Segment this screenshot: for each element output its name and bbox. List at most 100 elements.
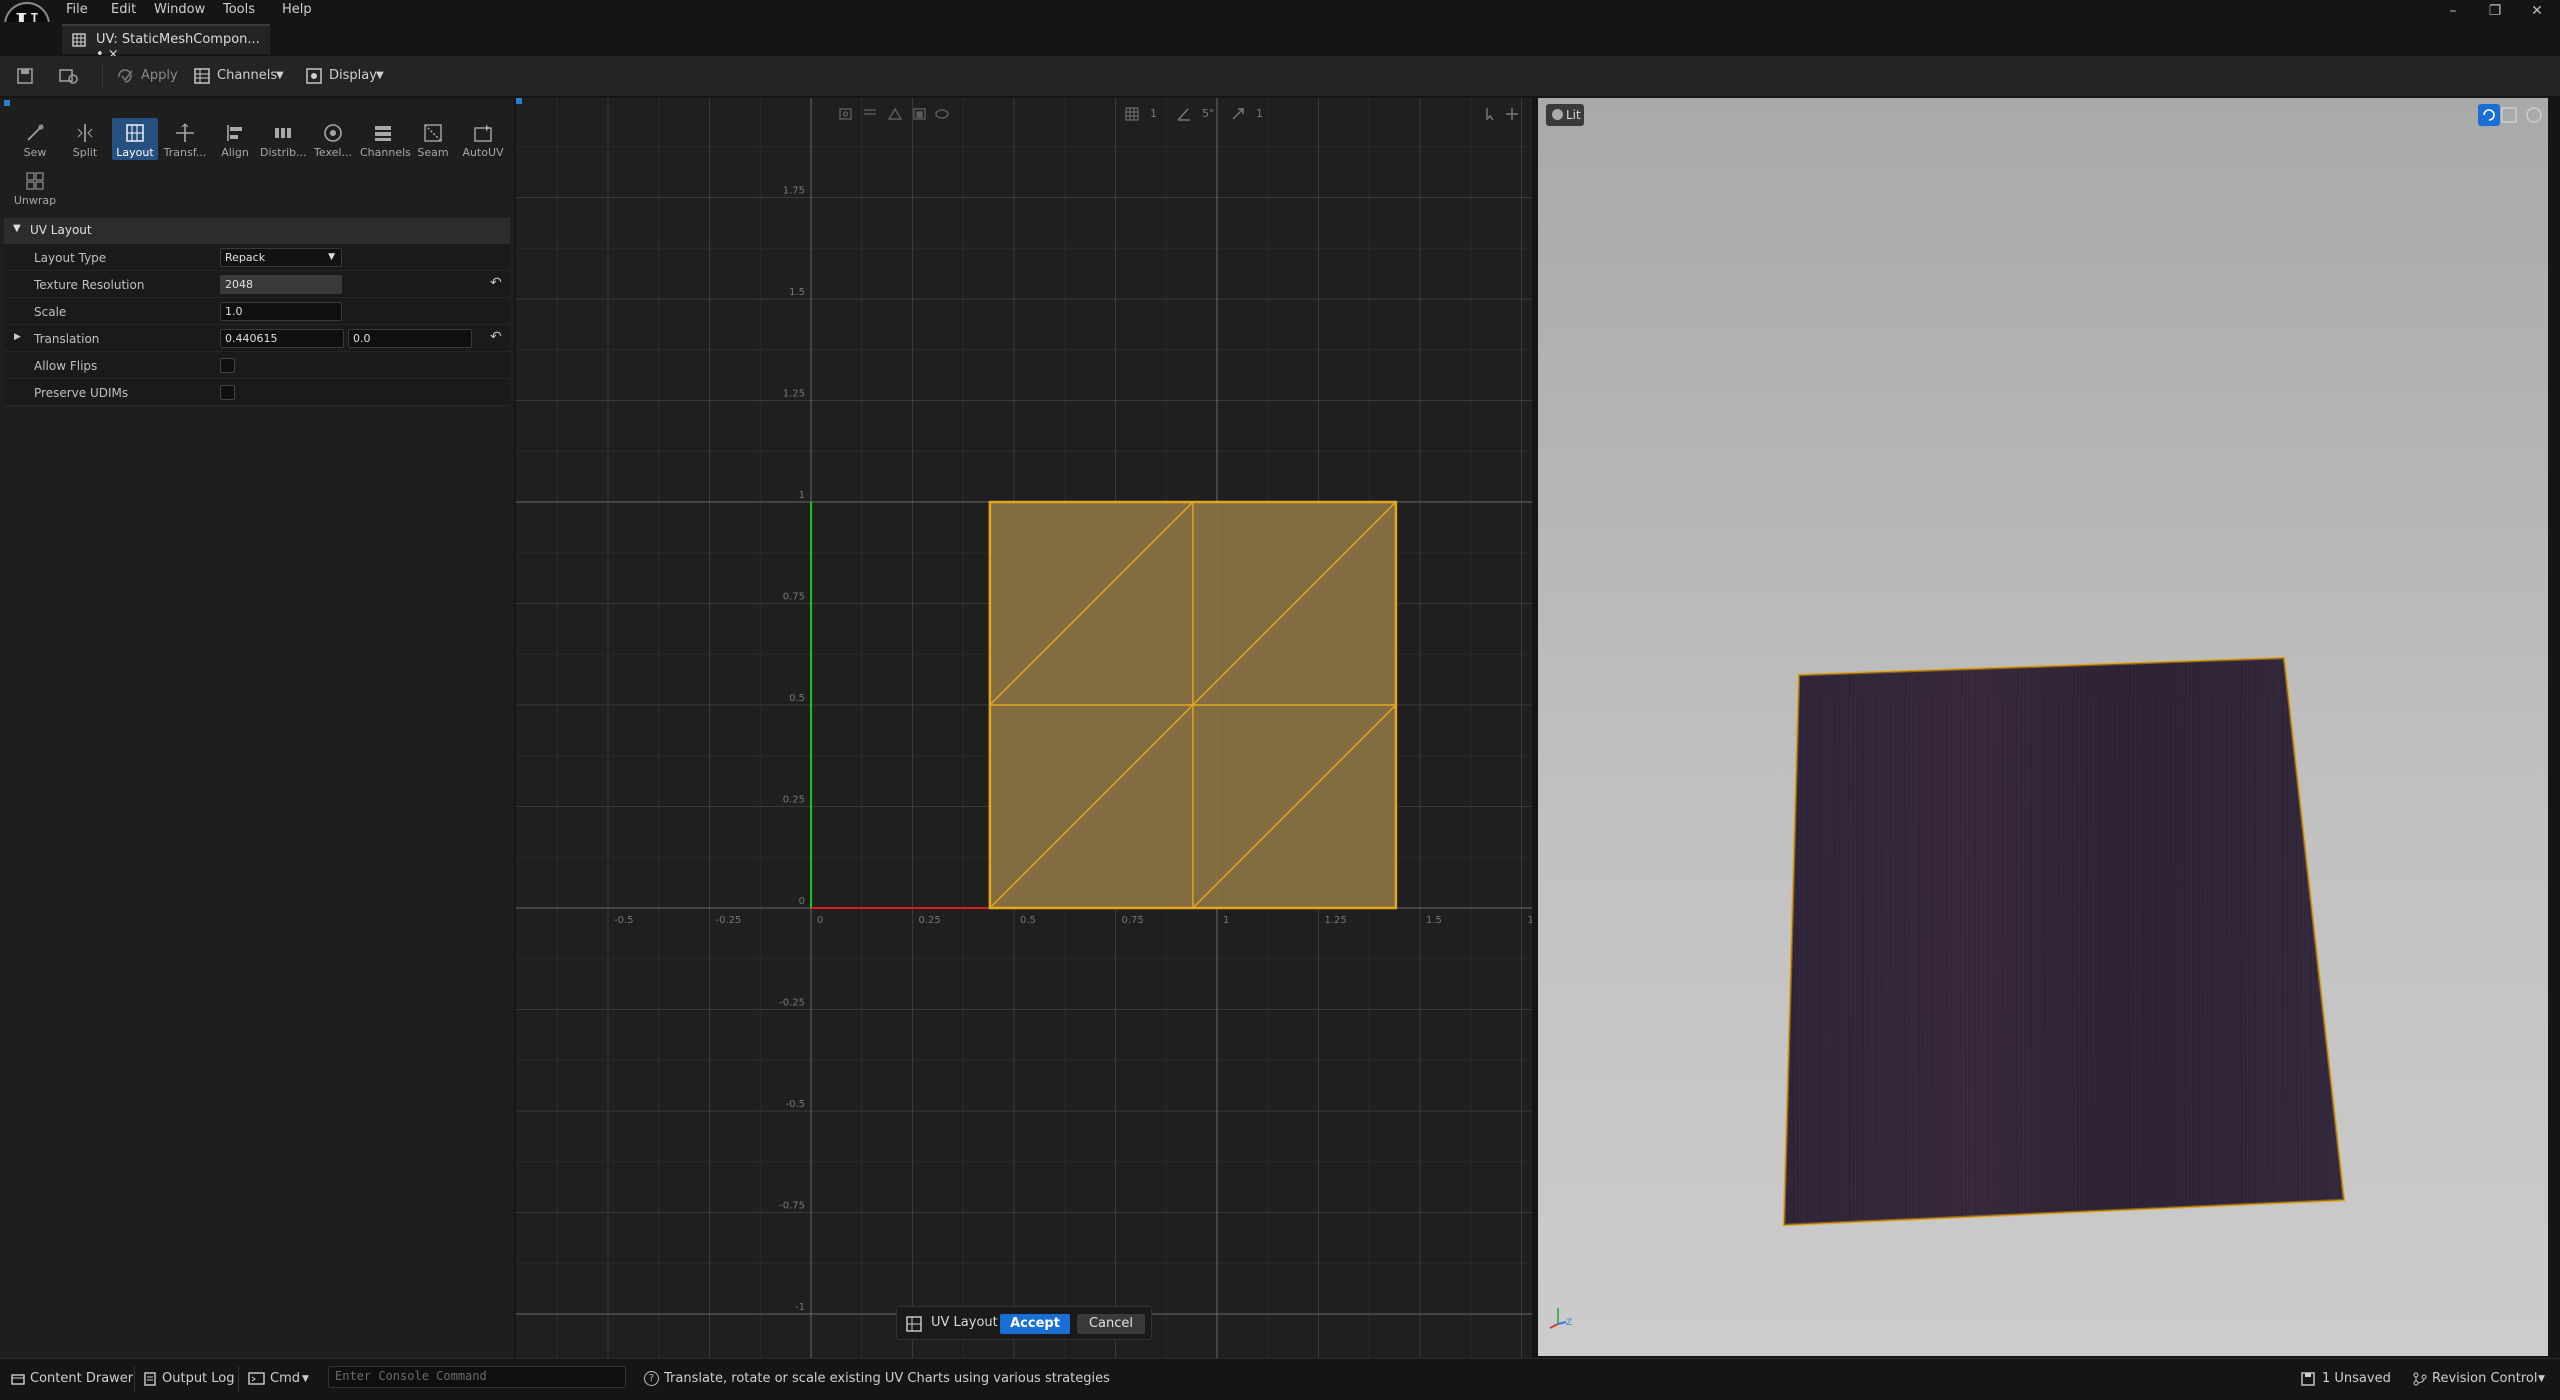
view-mode-lit-button[interactable]: Lit [1546,104,1584,126]
x-tick-label: 1.5 [1426,915,1442,926]
allow-flips-checkbox[interactable] [220,358,235,373]
reset-to-default-icon[interactable]: ↶ [490,329,502,345]
tool-layout[interactable]: Layout [112,118,158,160]
y-tick-label: 1.5 [789,287,805,298]
console-command-input[interactable]: Enter Console Command [328,1366,626,1388]
tool-texel-density[interactable]: Texel... [310,118,356,159]
display-icon [306,68,322,84]
layout-type-value: Repack [225,251,266,264]
cmd-icon [248,1372,265,1385]
tool-align[interactable]: Align [212,118,258,159]
uv-viewport[interactable]: -0.5 -0.25 0 0.25 0.5 0.75 1 1.25 1.5 1.75 1.75 1.5… [516,98,1532,1358]
x-tick-label: -0.25 [716,915,742,926]
tab-bar [0,22,2560,54]
restore-icon[interactable]: ❐ [2474,0,2516,22]
texel-density-icon [324,124,342,142]
statusbar-divider [238,1366,239,1392]
minimize-icon[interactable]: – [2432,0,2474,22]
preview-mesh-canvas [1782,656,2346,1227]
tool-sew[interactable]: Sew [12,118,58,159]
active-tool-label: UV Layout [931,1315,998,1330]
uv-grid-canvas[interactable]: -0.5 -0.25 0 0.25 0.5 0.75 1 1.25 1.5 1.75 1.75 1.5… [516,98,1532,1358]
translation-x-field[interactable]: 0.440615 [220,329,344,348]
tool-unwrap[interactable]: Unwrap [12,166,58,207]
close-window-icon[interactable]: ✕ [2516,0,2558,22]
tool-label: Channels [360,146,411,159]
layout-type-dropdown[interactable]: Repack ▼ [220,248,342,267]
x-tick-label: 1.25 [1325,915,1347,926]
row-allow-flips: Allow Flips [4,352,510,379]
x-tick-label: 0.25 [919,915,941,926]
y-tick-label: -0.5 [785,1099,805,1110]
tool-label: Seam [417,146,449,159]
tool-label: Split [72,146,98,159]
scale-field[interactable]: 1.0 [220,302,342,321]
tool-autouv[interactable]: AutoUV [460,118,506,159]
menu-help[interactable]: Help [282,2,312,17]
layout-type-label: Layout Type [34,251,107,265]
y-tick-label: 1.25 [783,389,805,400]
rotation-snap-icon[interactable] [1176,106,1192,122]
rotation-snap-value[interactable]: 5° [1202,107,1215,120]
svg-text:Z: Z [1566,1318,1572,1328]
3d-preview-viewport[interactable] [1538,98,2548,1356]
tool-label: Transf... [163,146,207,159]
toolbar-divider [102,64,103,88]
lit-icon [1552,109,1563,120]
viewport-corner-marker [516,98,522,104]
distribute-icon [275,128,291,138]
autouv-icon [474,124,492,142]
display-dropdown[interactable]: Display [329,56,377,96]
y-tick-label: 0.5 [789,693,805,704]
menu-tools[interactable]: Tools [223,2,255,17]
tool-label: Unwrap [13,194,57,207]
content-drawer-button[interactable]: Content Drawer [30,1358,133,1400]
grid-snap-icon[interactable] [1124,106,1140,122]
cancel-button[interactable]: Cancel [1077,1314,1145,1334]
tool-channels[interactable]: Channels [360,118,411,159]
translation-label: Translation [34,332,100,346]
tool-label: Layout [116,146,154,159]
uv-island-selected[interactable] [988,500,1398,910]
channels-dropdown[interactable]: Channels [217,56,277,96]
axis-gizmo-icon: Z [1549,1308,1572,1329]
texture-resolution-field[interactable]: 2048 [220,275,342,294]
uv-transform-gizmo-icons[interactable] [1484,106,1524,122]
y-tick-label: 0.75 [783,592,805,603]
grid-snap-value[interactable]: 1 [1150,107,1157,120]
preview-options-icons[interactable] [2478,104,2544,126]
reset-to-default-icon[interactable]: ↶ [490,275,502,291]
save-icon[interactable] [16,67,34,85]
expand-arrow-icon[interactable]: ▶ [14,332,21,342]
translation-y-field[interactable]: 0.0 [348,329,472,348]
split-icon [77,124,93,142]
scale-snap-icon[interactable] [1230,106,1246,122]
y-tick-label: -0.75 [779,1201,805,1212]
preserve-udims-checkbox[interactable] [220,385,235,400]
tab-uv-editor[interactable]: UV: StaticMeshCompon... • × [62,24,270,62]
output-log-button[interactable]: Output Log [162,1358,235,1400]
menu-window[interactable]: Window [154,2,205,17]
category-uv-layout[interactable]: ▼ UV Layout [4,218,510,244]
tool-transform[interactable]: Transf... [162,118,208,159]
revision-control-button[interactable]: Revision Control [2432,1358,2537,1400]
tool-seam[interactable]: Seam [410,118,456,159]
accept-button[interactable]: Accept [1000,1314,1070,1334]
unsaved-count-button[interactable]: 1 Unsaved [2322,1358,2391,1400]
texture-resolution-label: Texture Resolution [34,278,145,292]
x-tick-label: 0.75 [1122,915,1144,926]
tool-split[interactable]: Split [62,118,108,159]
menu-file[interactable]: File [66,2,88,17]
uv-selection-mode-icons[interactable] [838,106,950,122]
cmd-dropdown[interactable]: Cmd [270,1358,300,1400]
align-icon [227,125,242,141]
seam-icon [424,124,442,142]
scale-snap-value[interactable]: 1 [1256,107,1263,120]
tool-distribute[interactable]: Distrib... [260,118,307,159]
layout-icon [126,124,144,142]
browse-asset-icon[interactable] [58,67,80,85]
output-log-icon [144,1372,156,1386]
apply-button[interactable]: Apply [141,56,178,96]
row-layout-type: Layout Type Repack ▼ [4,244,510,271]
menu-edit[interactable]: Edit [111,2,136,17]
